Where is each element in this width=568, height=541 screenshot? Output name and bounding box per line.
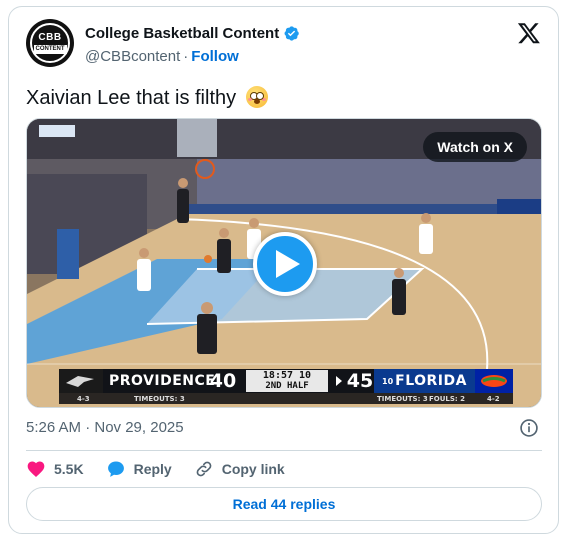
like-button[interactable]: 5.5K: [26, 459, 84, 479]
link-icon: [196, 461, 212, 477]
copy-link-button[interactable]: Copy link: [194, 459, 285, 479]
away-team-record: 4-2: [487, 395, 500, 403]
play-icon: [275, 250, 300, 278]
away-team-rank: 10: [382, 376, 394, 386]
game-scoreboard: PROVIDENCE 40 18:57 10 2ND HALF 45 10 FL…: [59, 369, 513, 393]
watch-on-x-button[interactable]: Watch on X: [423, 132, 527, 162]
tweet-card: CBB CONTENT College Basketball Content @…: [8, 6, 559, 534]
read-replies-button[interactable]: Read 44 replies: [26, 487, 542, 521]
possession-arrow-icon: [336, 376, 342, 386]
away-team-panel: 10 FLORIDA: [374, 369, 513, 393]
away-team-timeouts: TIMEOUTS: 3: [377, 395, 428, 403]
x-logo-icon[interactable]: [517, 21, 541, 45]
home-team-name: PROVIDENCE: [109, 373, 216, 389]
author-handle[interactable]: @CBBcontent: [85, 48, 180, 65]
tweet-text-body: Xaivian Lee that is filthy: [26, 87, 237, 109]
scoreboard-details: 4-3 TIMEOUTS: 3 TIMEOUTS: 3 FOULS: 2 4-2: [59, 393, 513, 404]
like-count: 5.5K: [54, 461, 84, 477]
separator-dot: ·: [183, 48, 189, 65]
tweet-actions: 5.5K Reply Copy link: [26, 458, 307, 480]
heart-icon: [27, 461, 45, 477]
home-team-timeouts: TIMEOUTS: 3: [134, 395, 185, 403]
avatar[interactable]: CBB CONTENT: [26, 19, 74, 67]
away-team-fouls: FOULS: 2: [429, 395, 466, 403]
reply-bubble-icon: [107, 461, 124, 477]
copy-link-label: Copy link: [221, 461, 285, 477]
reply-button[interactable]: Reply: [106, 459, 172, 479]
avatar-logo: CBB CONTENT: [30, 23, 70, 63]
away-team-name: FLORIDA: [395, 373, 467, 389]
follow-button[interactable]: Follow: [191, 48, 239, 65]
author-display-name[interactable]: College Basketball Content: [85, 25, 279, 42]
home-team-record: 4-3: [77, 395, 90, 403]
tweet-text: Xaivian Lee that is filthy: [26, 86, 268, 110]
home-team-score: 40: [209, 370, 237, 392]
clock-time: 18:57 10: [262, 370, 312, 381]
avatar-logo-subtext: CONTENT: [33, 44, 67, 54]
play-button[interactable]: [253, 232, 317, 296]
author-handle-row: @CBBcontent · Follow: [85, 48, 239, 65]
florida-gator-logo-icon: [475, 369, 513, 393]
divider: [26, 450, 542, 451]
flushed-face-emoji-icon: [245, 86, 268, 108]
reply-label: Reply: [133, 461, 172, 477]
info-icon[interactable]: [519, 418, 539, 438]
game-period: 2ND HALF: [265, 381, 309, 391]
providence-logo-icon: [59, 369, 103, 393]
game-clock: 18:57 10 2ND HALF: [246, 370, 328, 392]
verified-badge-icon: [284, 26, 299, 41]
avatar-logo-text: CBB: [38, 31, 62, 43]
tweet-timestamp[interactable]: 5:26 AM · Nov 29, 2025: [26, 419, 184, 436]
video-player[interactable]: Watch on X PROVIDENCE 40 18:57 10 2ND HA…: [26, 118, 542, 408]
author-name-row: College Basketball Content: [85, 25, 300, 42]
away-team-score: 45: [346, 370, 374, 392]
